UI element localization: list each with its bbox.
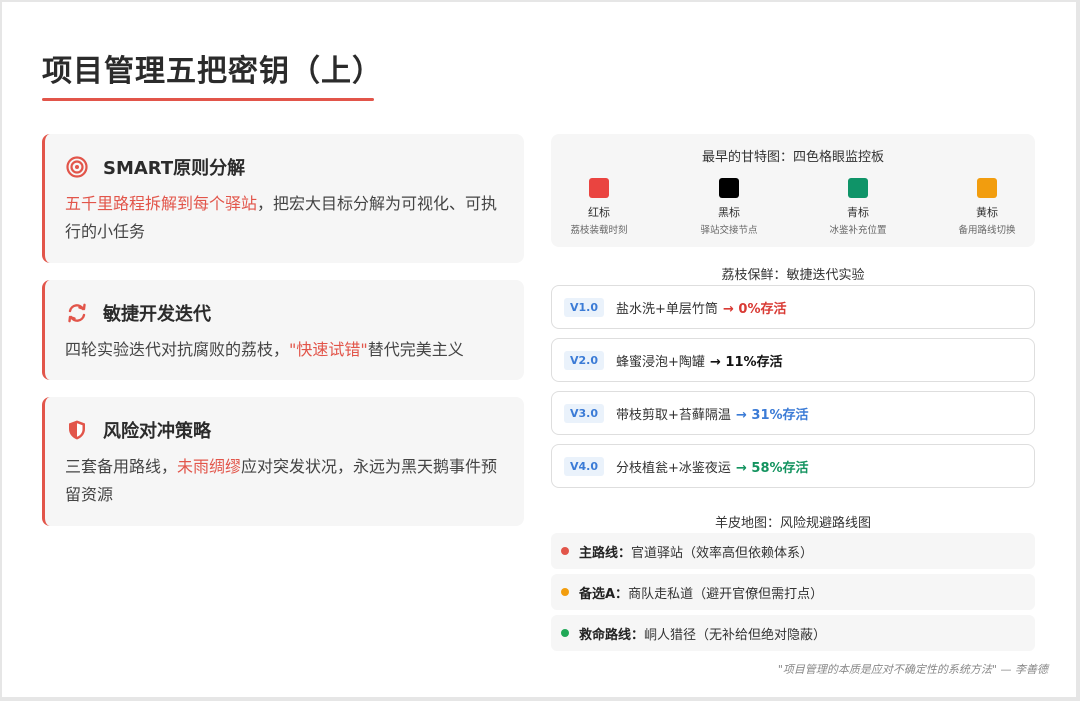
flag-swatch <box>589 178 609 198</box>
routes-title: 羊皮地图：风险规避路线图 <box>714 516 871 531</box>
route-desc: 商队走私道（避开官僚但需打点） <box>628 586 824 602</box>
highlight-text: 未雨绸缪 <box>177 457 242 476</box>
version-result: → 31%存活 <box>736 407 809 423</box>
version-row: V4.0 分枝植瓮+冰鉴夜运 → 58%存活 <box>551 444 1035 488</box>
flag-yellow: 黄标 备用路线切换 <box>937 178 1037 236</box>
version-text: 分枝植瓮+冰鉴夜运 <box>616 460 731 476</box>
highlight-text: 五千里路程拆解到每个驿站 <box>65 194 258 213</box>
iteration-title: 荔枝保鲜：敏捷迭代实验 <box>721 268 865 283</box>
version-badge: V4.0 <box>564 456 604 476</box>
page-title: 项目管理五把密钥（上） <box>42 54 383 89</box>
title-underline <box>42 98 374 101</box>
version-text: 带枝剪取+苔藓隔温 <box>616 407 731 423</box>
flag-name: 青标 <box>847 206 869 219</box>
body-text: 四轮实验迭代对抗腐败的荔枝， <box>65 340 290 359</box>
target-icon <box>65 155 89 179</box>
route-desc: 官道驿站（效率高但依赖体系） <box>631 545 814 561</box>
card-smart: SMART原则分解 五千里路程拆解到每个驿站，把宏大目标分解为可视化、可执行的小… <box>42 134 524 263</box>
flag-cyan: 青标 冰鉴补充位置 <box>808 178 908 236</box>
flag-swatch <box>977 178 997 198</box>
flag-desc: 冰鉴补充位置 <box>829 225 887 236</box>
version-badge: V3.0 <box>564 403 604 423</box>
route-name: 主路线： <box>579 545 632 561</box>
card-agile: 敏捷开发迭代 四轮实验迭代对抗腐败的荔枝，"快速试错"替代完美主义 <box>42 280 524 380</box>
version-badge: V1.0 <box>564 297 604 317</box>
flag-red: 红标 荔枝装载时刻 <box>549 178 649 236</box>
card-title: 敏捷开发迭代 <box>103 304 211 325</box>
route-item: 备选A： 商队走私道（避开官僚但需打点） <box>551 574 1035 610</box>
shield-icon <box>65 418 89 442</box>
flag-name: 黄标 <box>976 206 998 219</box>
card-risk: 风险对冲策略 三套备用路线，未雨绸缪应对突发状况，永远为黑天鹅事件预留资源 <box>42 397 524 526</box>
flag-swatch <box>719 178 739 198</box>
card-body: 五千里路程拆解到每个驿站，把宏大目标分解为可视化、可执行的小任务 <box>65 190 504 246</box>
flag-desc: 荔枝装载时刻 <box>570 225 628 236</box>
card-body: 四轮实验迭代对抗腐败的荔枝，"快速试错"替代完美主义 <box>65 336 504 364</box>
route-item: 救命路线： 峒人猎径（无补给但绝对隐蔽） <box>551 615 1035 651</box>
version-badge: V2.0 <box>564 350 604 370</box>
body-text: 三套备用路线， <box>65 457 178 476</box>
gantt-board: 最早的甘特图：四色格眼监控板 红标 荔枝装载时刻 黑标 驿站交接节点 青标 冰鉴… <box>551 134 1035 247</box>
highlight-text: "快速试错" <box>289 340 368 359</box>
version-result: → 0%存活 <box>723 301 787 317</box>
card-title: SMART原则分解 <box>103 158 246 179</box>
version-text: 盐水洗+单层竹筒 <box>616 301 718 317</box>
version-result: → 58%存活 <box>736 460 809 476</box>
route-desc: 峒人猎径（无补给但绝对隐蔽） <box>644 627 827 643</box>
card-body: 三套备用路线，未雨绸缪应对突发状况，永远为黑天鹅事件预留资源 <box>65 453 504 509</box>
route-dot <box>561 588 569 596</box>
version-text: 蜂蜜浸泡+陶罐 <box>616 354 705 370</box>
route-name: 救命路线： <box>579 627 645 643</box>
route-dot <box>561 629 569 637</box>
version-row: V2.0 蜂蜜浸泡+陶罐 → 11%存活 <box>551 338 1035 382</box>
gantt-title: 最早的甘特图：四色格眼监控板 <box>701 150 884 165</box>
refresh-icon <box>65 301 89 325</box>
version-row: V1.0 盐水洗+单层竹筒 → 0%存活 <box>551 285 1035 329</box>
card-title: 风险对冲策略 <box>103 421 211 442</box>
flag-name: 黑标 <box>718 206 740 219</box>
slide: 项目管理五把密钥（上） SMART原则分解 五千里路程拆解到每个驿站，把宏大目标… <box>2 2 1076 697</box>
flag-name: 红标 <box>588 206 610 219</box>
flag-swatch <box>848 178 868 198</box>
route-name: 备选A： <box>579 586 629 602</box>
flag-desc: 驿站交接节点 <box>700 225 758 236</box>
route-dot <box>561 547 569 555</box>
flag-black: 黑标 驿站交接节点 <box>679 178 779 236</box>
body-text: 替代完美主义 <box>367 340 464 359</box>
quote: "项目管理的本质是应对不确定性的系统方法" — 李善德 <box>777 663 1048 676</box>
version-result: → 11%存活 <box>710 354 783 370</box>
flag-desc: 备用路线切换 <box>958 225 1016 236</box>
route-item: 主路线： 官道驿站（效率高但依赖体系） <box>551 533 1035 569</box>
version-row: V3.0 带枝剪取+苔藓隔温 → 31%存活 <box>551 391 1035 435</box>
